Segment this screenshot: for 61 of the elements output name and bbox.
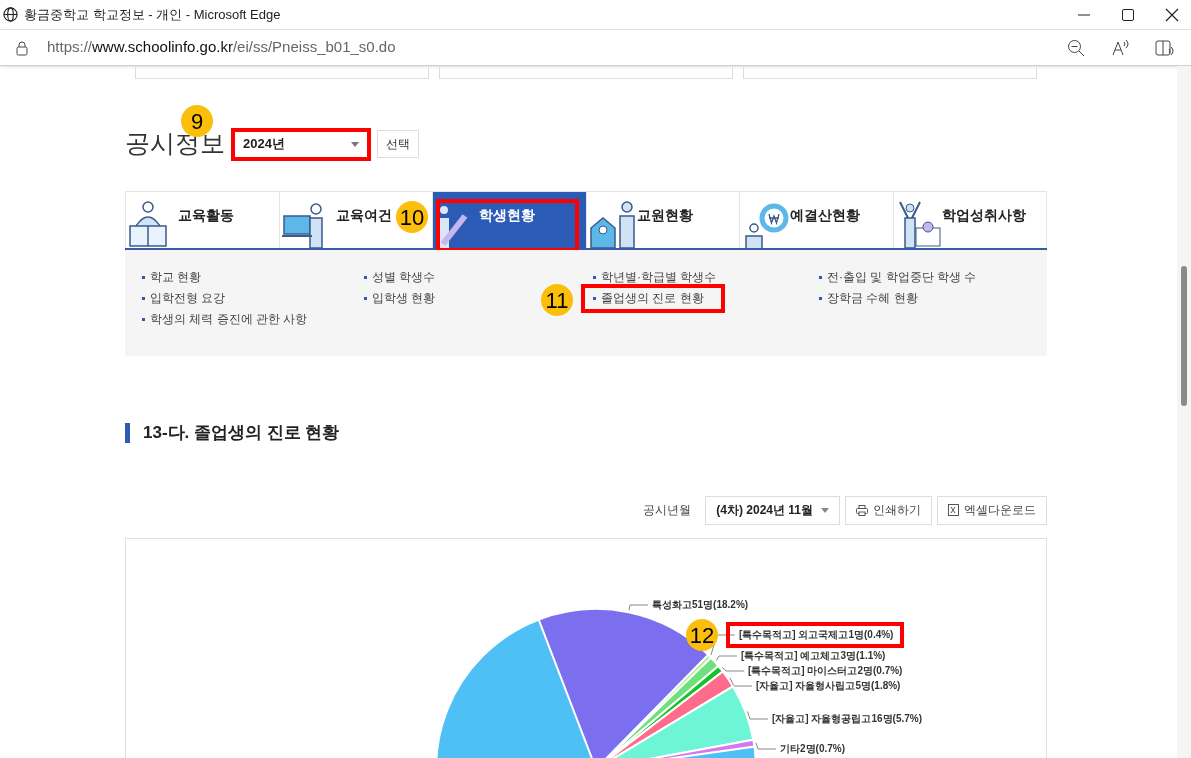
lock-icon[interactable]: [15, 39, 29, 56]
maximize-icon[interactable]: [1121, 7, 1135, 22]
bullet-icon: [593, 296, 596, 300]
leader-line: [729, 677, 753, 687]
school-building-and-person-icon: [588, 200, 637, 248]
leader-line: [755, 742, 777, 750]
data-label: 기타2명(0.7%): [780, 742, 845, 754]
submenu-link[interactable]: 학생의 체력 증진에 관한 사항: [150, 311, 308, 327]
bullet-icon: [819, 296, 822, 300]
bullet-icon: [819, 275, 822, 279]
caret-icon: [351, 141, 359, 147]
submenu-link[interactable]: 입학전형 요강: [150, 290, 226, 306]
read-aloud-icon[interactable]: [1111, 38, 1129, 57]
chart-section-title: 13-다. 졸업생의 진로 현황: [143, 422, 340, 445]
data-label: 특성화고51명(18.2%): [652, 598, 749, 610]
submenu-link[interactable]: 장학금 수혜 현황: [827, 290, 918, 306]
url-field[interactable]: https://www.schoolinfo.go.kr/ei/ss/Pneiss_b01_s0.do: [47, 36, 396, 59]
bullet-icon: [364, 296, 367, 300]
period-dropdown[interactable]: (4차) 2024년 11월: [705, 495, 840, 525]
submenu-link[interactable]: 성별 학생수: [372, 269, 436, 285]
spreadsheet-icon: [948, 504, 959, 516]
scrollbar[interactable]: [1177, 66, 1191, 758]
submenu-link[interactable]: 학년별·학급별 학생수: [601, 269, 717, 285]
data-label: [자율고] 자율형공립고16명(5.7%): [772, 712, 922, 724]
data-label: [특수목적고] 마이스터고2명(0.7%): [748, 664, 903, 676]
submenu-link[interactable]: 입학생 현황: [372, 290, 436, 306]
data-label: [특수목적고] 외고국제고1명(0.4%): [739, 628, 894, 640]
leader-line: [628, 604, 649, 611]
submenu-link[interactable]: 학교 현황: [150, 269, 202, 285]
bullet-icon: [142, 317, 145, 321]
printer-icon: [856, 504, 868, 516]
category-tab[interactable]: 학업성취사항: [893, 191, 1047, 248]
excel-download-button[interactable]: 엑셀다운로드: [937, 495, 1047, 525]
leader-line: [721, 666, 745, 672]
bullet-icon: [593, 275, 596, 279]
caret-icon: [821, 507, 829, 513]
zoom-out-icon[interactable]: [1067, 38, 1085, 57]
category-tab[interactable]: 교원현황: [586, 191, 740, 248]
bullet-icon: [142, 275, 145, 279]
leader-line: [746, 710, 769, 720]
year-dropdown[interactable]: 2024년: [231, 127, 371, 161]
globe-icon: [3, 7, 18, 22]
print-button[interactable]: 인쇄하기: [845, 495, 932, 525]
select-button[interactable]: 선택: [377, 130, 419, 158]
category-tab[interactable]: 예결산현황: [740, 191, 894, 248]
category-tab[interactable]: 교육활동: [125, 191, 280, 248]
teacher-at-board-icon: [281, 200, 326, 248]
category-tab[interactable]: 학생현황: [433, 191, 587, 248]
person-reading-book-icon: [128, 200, 168, 248]
heading-bar: [125, 423, 130, 443]
number-marker: 12: [686, 619, 718, 651]
reader-view-icon[interactable]: [1155, 38, 1175, 57]
bullet-icon: [142, 296, 145, 300]
window-title: 황금중학교 학교정보 - 개인 - Microsoft Edge: [24, 5, 281, 24]
bullet-icon: [364, 275, 367, 279]
period-label: 공시년월: [643, 502, 692, 519]
submenu-link[interactable]: 전·출입 및 학업중단 학생 수: [827, 269, 977, 285]
number-marker: 11: [541, 284, 573, 316]
close-icon[interactable]: [1165, 7, 1179, 22]
data-label: [특수목적고] 예고체고3명(1.1%): [741, 649, 886, 661]
data-label: [자율고] 자율형사립고5명(1.8%): [756, 679, 901, 691]
